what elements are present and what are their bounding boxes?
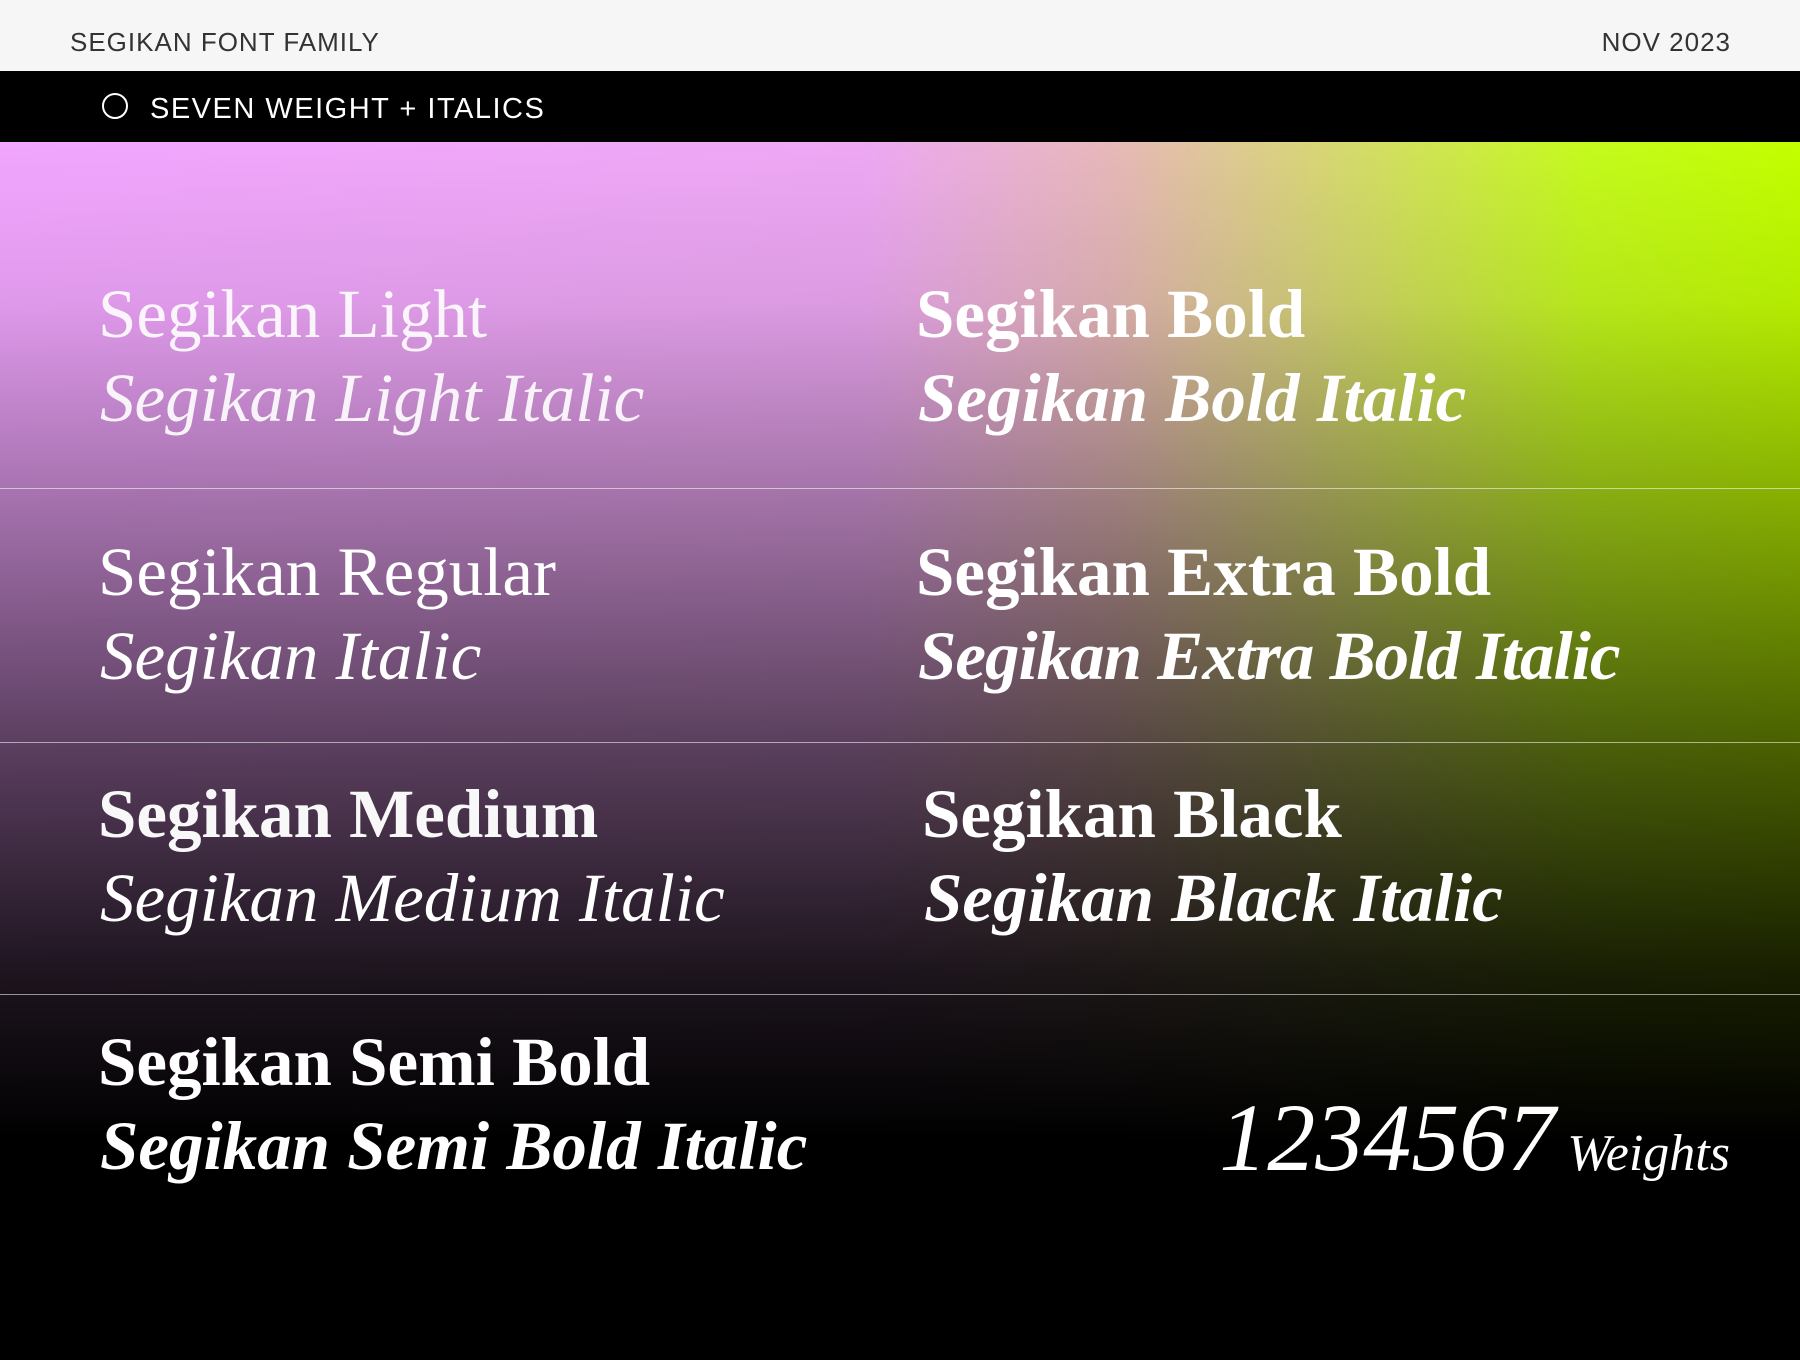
sample-bold: Segikan Bold — [916, 276, 1306, 352]
top-header-bar: SEGIKAN FONT FAMILY NOV 2023 — [0, 0, 1800, 71]
page-title: SEGIKAN FONT FAMILY — [70, 27, 380, 57]
section-label: SEVEN WEIGHT + ITALICS — [150, 93, 546, 125]
sample-black-italic: Segikan Black Italic — [924, 860, 1503, 936]
weights-digits: 1234567 — [1219, 1084, 1556, 1191]
row-divider — [0, 994, 1800, 995]
sample-semi-bold-italic: Segikan Semi Bold Italic — [100, 1108, 808, 1184]
row-divider — [0, 742, 1800, 743]
row-divider — [0, 488, 1800, 489]
sample-extra-bold: Segikan Extra Bold — [916, 534, 1492, 610]
sample-italic: Segikan Italic — [100, 618, 482, 694]
sample-light-italic: Segikan Light Italic — [100, 360, 645, 436]
sample-medium-italic: Segikan Medium Italic — [100, 860, 725, 936]
weights-count: 1234567 Weights — [1219, 1082, 1730, 1193]
sample-regular: Segikan Regular — [98, 534, 556, 610]
sample-light: Segikan Light — [98, 276, 488, 352]
date-label: NOV 2023 — [1601, 27, 1731, 57]
circle-outline-icon — [102, 93, 128, 119]
sample-semi-bold: Segikan Semi Bold — [98, 1024, 651, 1100]
sample-medium: Segikan Medium — [98, 776, 599, 852]
section-header-bar: SEVEN WEIGHT + ITALICS — [0, 71, 1800, 142]
sample-bold-italic: Segikan Bold Italic — [918, 360, 1467, 436]
weights-word: Weights — [1567, 1125, 1730, 1182]
sample-extra-bold-italic: Segikan Extra Bold Italic — [918, 618, 1621, 694]
sample-black: Segikan Black — [922, 776, 1342, 852]
